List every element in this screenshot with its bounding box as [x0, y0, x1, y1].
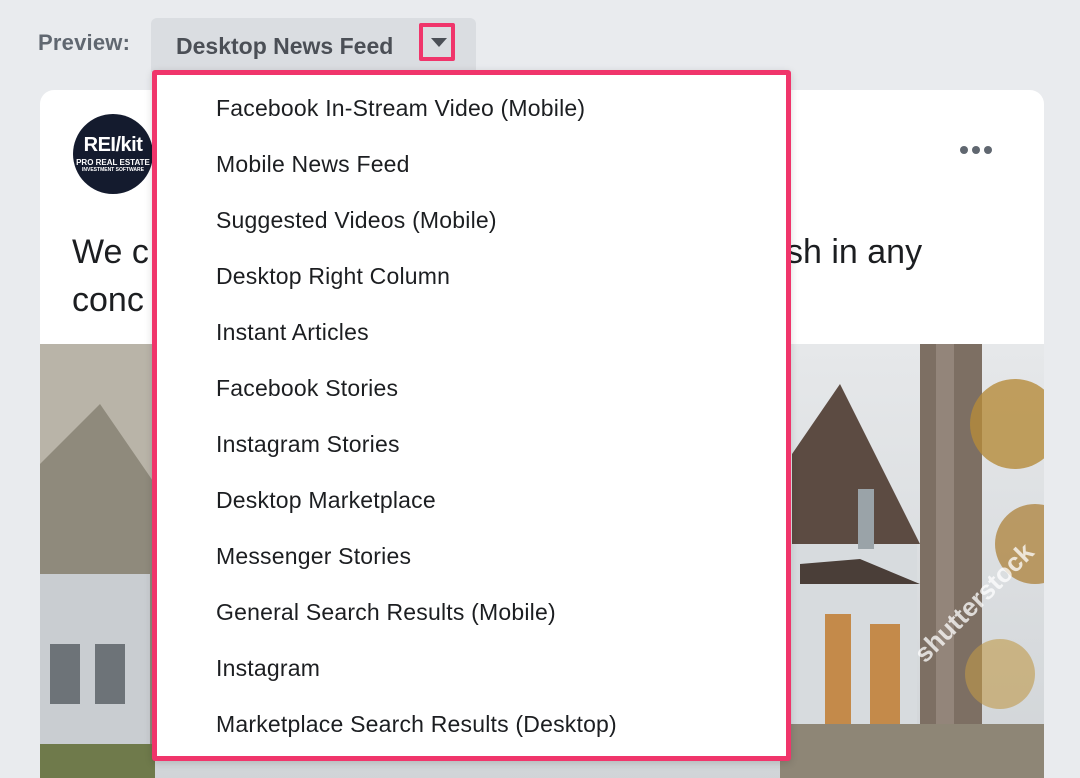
ad-text-line1-end: sh in any: [786, 233, 923, 271]
placement-option[interactable]: Mobile News Feed: [157, 141, 786, 197]
more-horizontal-icon[interactable]: [958, 140, 998, 160]
placement-option[interactable]: General Search Results (Mobile): [157, 589, 786, 645]
placement-option[interactable]: Marketplace Search Results (Desktop): [157, 701, 786, 757]
placement-option[interactable]: Facebook In-Stream Video (Mobile): [157, 85, 786, 141]
placement-option[interactable]: Messenger Stories: [157, 533, 786, 589]
caret-down-icon: [431, 38, 447, 47]
placement-option[interactable]: Instagram Stories: [157, 421, 786, 477]
placement-select-value: Desktop News Feed: [176, 33, 394, 59]
ad-text-line2-start: conc: [72, 281, 144, 319]
preview-label: Preview:: [38, 30, 131, 55]
avatar[interactable]: REI/kit PRO REAL ESTATE INVESTMENT SOFTW…: [73, 114, 153, 194]
placement-option[interactable]: Instant Articles: [157, 309, 786, 365]
avatar-tagline-small: INVESTMENT SOFTWARE: [82, 167, 144, 173]
placement-select[interactable]: Desktop News Feed: [151, 18, 476, 72]
avatar-brand: REI/kit: [83, 134, 143, 156]
ad-text-line1-start: We c: [72, 233, 149, 271]
placement-dropdown-menu: Facebook In-Stream Video (Mobile) Mobile …: [152, 70, 791, 761]
placement-option[interactable]: Desktop Marketplace: [157, 477, 786, 533]
placement-options-list: Facebook In-Stream Video (Mobile) Mobile …: [157, 85, 786, 757]
placement-option[interactable]: Facebook Stories: [157, 365, 786, 421]
placement-option[interactable]: Desktop Right Column: [157, 253, 786, 309]
avatar-tagline: PRO REAL ESTATE: [76, 158, 150, 167]
ad-preview-screen: Preview: Desktop News Feed REI/kit PRO R…: [0, 0, 1080, 778]
dropdown-toggle-button[interactable]: [419, 23, 455, 61]
placement-option[interactable]: Instagram: [157, 645, 786, 701]
placement-option[interactable]: Suggested Videos (Mobile): [157, 197, 786, 253]
